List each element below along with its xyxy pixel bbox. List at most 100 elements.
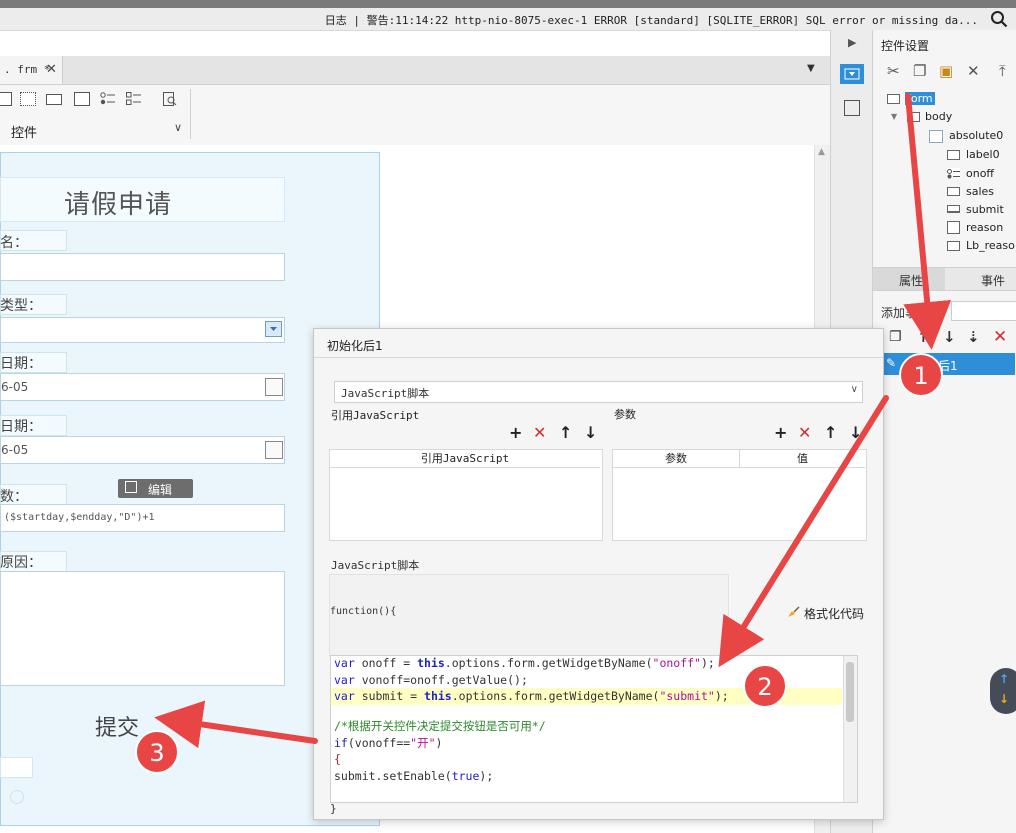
add-icon[interactable]: + bbox=[774, 423, 787, 442]
tree-node-onoff[interactable]: onoff bbox=[966, 167, 994, 180]
reason-label: 原因： bbox=[0, 555, 42, 571]
edit-button[interactable]: 编辑 bbox=[118, 479, 193, 498]
calendar-widget-icon[interactable] bbox=[20, 92, 36, 106]
days-formula-input[interactable]: ($startday,$endday,"D")+1 bbox=[0, 504, 285, 532]
checkbox-group-icon[interactable] bbox=[126, 92, 142, 106]
calendar-icon[interactable] bbox=[265, 378, 283, 396]
tree-node-lb-reason[interactable]: Lb_reaso bbox=[966, 239, 1015, 252]
spinner-icon bbox=[10, 790, 24, 804]
move-up-icon[interactable]: ↑ bbox=[824, 423, 837, 442]
start-date-value: 6-05 bbox=[1, 380, 29, 394]
widget-settings-toggle[interactable] bbox=[840, 64, 864, 84]
tree-node-body[interactable]: body bbox=[925, 110, 952, 123]
widget-settings-panel: 控件设置 ✂ ❐ ▣ ✕ ⤒ form ▼ body absolute0 lab… bbox=[872, 30, 1016, 833]
ref-js-column: 引用JavaScript bbox=[330, 450, 600, 468]
event-toolbar: ❐ ↑ ↓ ⇣ ✕ bbox=[873, 327, 1016, 351]
submit-button-label[interactable]: 提交 bbox=[95, 710, 139, 742]
scroll-nav-button[interactable]: ↑ ↓ bbox=[990, 668, 1016, 714]
file-search-icon[interactable] bbox=[162, 92, 178, 106]
script-type-select[interactable]: JavaScript脚本 ∨ bbox=[334, 381, 863, 403]
code-line: var submit = this.options.form.getWidget… bbox=[334, 689, 729, 703]
layout-icon[interactable] bbox=[844, 100, 860, 116]
chevron-down-icon[interactable]: ∨ bbox=[174, 121, 182, 134]
move-down-icon[interactable]: ↓ bbox=[584, 423, 597, 442]
grid-widget-icon[interactable] bbox=[0, 92, 12, 106]
copy-icon[interactable]: ❐ bbox=[913, 62, 926, 80]
delete-icon[interactable]: ✕ bbox=[798, 423, 811, 442]
list-widget-icon[interactable] bbox=[74, 92, 90, 106]
delete-icon[interactable]: ✕ bbox=[993, 327, 1007, 347]
tab-properties[interactable]: 属性 bbox=[873, 268, 945, 290]
tab-properties-label: 属性 bbox=[899, 274, 924, 288]
cut-icon[interactable]: ✂ bbox=[887, 62, 900, 80]
onoff-widget[interactable] bbox=[0, 757, 33, 778]
type-select[interactable] bbox=[0, 317, 285, 343]
scroll-bottom-icon[interactable]: ↓ bbox=[999, 692, 1009, 706]
tree-node-sales[interactable]: sales bbox=[966, 185, 994, 198]
code-line: { bbox=[334, 752, 341, 766]
dropdown-icon[interactable] bbox=[265, 321, 282, 337]
textbox-icon bbox=[947, 187, 960, 196]
move-bottom-icon[interactable]: ⇣ bbox=[967, 328, 980, 346]
scroll-top-icon[interactable]: ↑ bbox=[999, 672, 1009, 686]
add-event-select[interactable] bbox=[951, 301, 1016, 321]
code-line: var onoff = this.options.form.getWidgetB… bbox=[334, 656, 715, 670]
radio-group-icon[interactable] bbox=[100, 92, 116, 106]
body-icon bbox=[907, 112, 920, 122]
days-formula: ($startday,$endday,"D")+1 bbox=[4, 512, 155, 523]
broom-icon bbox=[788, 606, 800, 617]
move-top-icon[interactable]: ⤒ bbox=[999, 62, 1006, 80]
reason-textarea[interactable] bbox=[0, 571, 285, 686]
delete-icon[interactable]: ✕ bbox=[967, 62, 980, 80]
tree-node-form[interactable]: form bbox=[905, 92, 935, 105]
move-up-icon[interactable]: ↑ bbox=[559, 423, 572, 442]
code-editor[interactable]: var onoff = this.options.form.getWidgetB… bbox=[330, 655, 858, 803]
controls-dropdown-label[interactable]: 控件 bbox=[11, 122, 37, 141]
name-input[interactable] bbox=[0, 253, 285, 281]
form-title: 请假申请 bbox=[64, 190, 173, 220]
move-up-icon[interactable]: ↑ bbox=[917, 328, 930, 346]
tree-node-reason[interactable]: reason bbox=[966, 221, 1003, 234]
delete-icon[interactable]: ✕ bbox=[533, 423, 546, 442]
event-item[interactable]: ✎ 化后1 bbox=[882, 353, 1015, 375]
dialog-title-divider bbox=[314, 357, 883, 358]
move-down-icon[interactable]: ↓ bbox=[943, 328, 956, 346]
code-scrollbar[interactable] bbox=[843, 656, 857, 802]
chevron-down-icon[interactable]: ∨ bbox=[851, 384, 858, 395]
end-date-input[interactable]: 6-05 bbox=[0, 436, 285, 464]
tab-events[interactable]: 事件 bbox=[981, 272, 1005, 289]
calendar-icon[interactable] bbox=[265, 441, 283, 459]
absolute-icon bbox=[929, 130, 943, 143]
expand-right-icon[interactable]: ▶ bbox=[848, 36, 856, 49]
add-event-label: 添加事件 bbox=[881, 306, 930, 320]
ref-js-table[interactable]: 引用JavaScript bbox=[329, 449, 603, 541]
tree-node-absolute0[interactable]: absolute0 bbox=[949, 129, 1003, 142]
event-item-label: 化后1 bbox=[926, 359, 958, 373]
add-icon[interactable]: + bbox=[509, 423, 522, 442]
search-icon[interactable] bbox=[990, 10, 1008, 28]
tab-form-file[interactable]: . frm * ✕ bbox=[0, 56, 63, 84]
tab-menu-icon[interactable]: ▼ bbox=[807, 63, 815, 74]
js-script-label: JavaScript脚本 bbox=[331, 559, 420, 572]
scroll-up-icon[interactable]: ▲ bbox=[818, 147, 825, 157]
move-down-icon[interactable]: ↓ bbox=[849, 423, 862, 442]
edit-button-label: 编辑 bbox=[148, 483, 173, 497]
radio-icon bbox=[947, 168, 960, 179]
tree-node-label0[interactable]: label0 bbox=[966, 148, 1000, 161]
number-widget-icon[interactable] bbox=[46, 94, 62, 105]
params-table[interactable]: 参数 值 bbox=[612, 449, 867, 541]
scroll-thumb[interactable] bbox=[846, 662, 854, 722]
days-label: 数： bbox=[0, 489, 28, 505]
paste-icon[interactable]: ▣ bbox=[939, 62, 953, 80]
tree-expand-icon[interactable]: ▼ bbox=[891, 112, 897, 121]
panel-title: 控件设置 bbox=[881, 39, 930, 53]
start-date-label: 日期： bbox=[0, 356, 42, 372]
start-date-input[interactable]: 6-05 bbox=[0, 373, 285, 401]
form-icon bbox=[887, 94, 900, 104]
code-line: if(vonoff=="开") bbox=[334, 736, 443, 750]
settings-tabs: 属性 事件 bbox=[873, 267, 1016, 291]
copy-icon[interactable]: ❐ bbox=[889, 329, 902, 345]
tree-node-submit[interactable]: submit bbox=[966, 203, 1004, 216]
format-code-button[interactable]: 格式化代码 bbox=[786, 605, 864, 622]
close-icon[interactable]: ✕ bbox=[46, 62, 57, 77]
